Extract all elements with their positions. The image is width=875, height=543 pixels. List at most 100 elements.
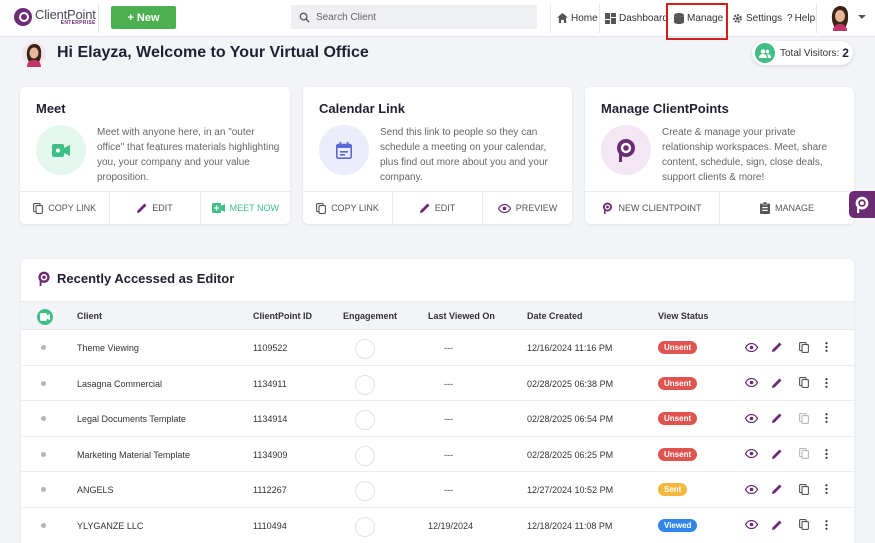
cell-client[interactable]: ANGELS bbox=[77, 485, 114, 495]
row-view-button[interactable] bbox=[744, 518, 758, 532]
status-badge: Viewed bbox=[658, 518, 698, 532]
calendar-copy-link-button[interactable]: COPY LINK bbox=[303, 192, 393, 224]
col-engagement[interactable]: Engagement bbox=[343, 311, 397, 321]
new-button[interactable]: + New bbox=[111, 6, 176, 29]
manage-clientpoints-button[interactable]: MANAGE bbox=[720, 192, 854, 224]
more-vertical-icon bbox=[824, 520, 828, 530]
row-view-button[interactable] bbox=[744, 340, 758, 354]
cell-client[interactable]: YLYGANZE LLC bbox=[77, 521, 143, 531]
row-more-button[interactable] bbox=[819, 376, 833, 390]
row-status-dot bbox=[41, 522, 46, 528]
cell-last-viewed: --- bbox=[444, 414, 453, 425]
col-last-viewed[interactable]: Last Viewed On bbox=[428, 311, 495, 321]
calendar-preview-button[interactable]: PREVIEW bbox=[483, 192, 572, 224]
row-copy-button[interactable] bbox=[797, 411, 811, 425]
search-icon bbox=[299, 12, 310, 23]
meet-copy-link-button[interactable]: COPY LINK bbox=[20, 192, 111, 224]
row-copy-button[interactable] bbox=[797, 447, 811, 461]
cell-client[interactable]: Lasagna Commercial bbox=[77, 379, 162, 389]
cell-clientpoint-id: 1112267 bbox=[253, 485, 287, 496]
row-more-button[interactable] bbox=[819, 482, 833, 496]
total-visitors-pill: Total Visitors: 2 bbox=[752, 41, 853, 65]
calendar-card-description: Send this link to people so they can sch… bbox=[380, 127, 548, 183]
calendar-edit-button[interactable]: EDIT bbox=[393, 192, 483, 224]
video-add-icon bbox=[211, 203, 225, 213]
recent-title: Recently Accessed as Editor bbox=[57, 271, 235, 286]
meet-card-actions: COPY LINK EDIT MEET NOW bbox=[20, 191, 290, 224]
row-view-button[interactable] bbox=[744, 376, 758, 390]
row-status-dot bbox=[41, 416, 46, 422]
table-row[interactable]: Legal Documents Template 1134914 --- 02/28/… bbox=[21, 401, 854, 437]
nav-help[interactable]: ? Help bbox=[787, 10, 815, 26]
welcome-avatar bbox=[22, 42, 46, 67]
row-edit-button[interactable] bbox=[770, 376, 784, 390]
user-avatar[interactable] bbox=[829, 5, 851, 31]
row-more-button[interactable] bbox=[819, 340, 833, 354]
nav-home[interactable]: Home bbox=[557, 10, 598, 26]
row-copy-button[interactable] bbox=[797, 482, 811, 496]
more-vertical-icon bbox=[824, 342, 828, 352]
video-camera-icon bbox=[52, 143, 70, 157]
table-row[interactable]: Lasagna Commercial 1134911 --- 02/28/2025 0… bbox=[21, 366, 854, 402]
row-edit-button[interactable] bbox=[770, 482, 784, 496]
search-input[interactable] bbox=[316, 11, 516, 23]
nav-dashboard[interactable]: Dashboard bbox=[605, 10, 668, 26]
col-view-status[interactable]: View Status bbox=[658, 311, 708, 321]
row-more-button[interactable] bbox=[819, 518, 833, 532]
recent-header: Recently Accessed as Editor bbox=[37, 271, 234, 286]
pencil-icon bbox=[772, 342, 782, 352]
cell-client[interactable]: Marketing Material Template bbox=[77, 450, 190, 460]
help-icon: ? bbox=[787, 12, 793, 24]
row-more-button[interactable] bbox=[819, 411, 833, 425]
row-more-button[interactable] bbox=[819, 447, 833, 461]
clientpoint-icon bbox=[617, 139, 635, 162]
table-row[interactable]: Marketing Material Template 1134909 --- 02/… bbox=[21, 437, 854, 473]
engagement-ring bbox=[355, 481, 375, 502]
row-view-button[interactable] bbox=[744, 447, 758, 461]
eye-icon bbox=[744, 378, 758, 388]
calendar-card: Calendar Link Send this link to people s… bbox=[303, 87, 572, 224]
search-box[interactable] bbox=[291, 5, 537, 29]
table-body: Theme Viewing 1109522 --- 12/16/2024 11:16 … bbox=[21, 330, 854, 543]
col-client[interactable]: Client bbox=[77, 311, 102, 321]
cell-client[interactable]: Legal Documents Template bbox=[77, 414, 186, 424]
col-clientpoint-id[interactable]: ClientPoint ID bbox=[253, 311, 312, 321]
new-clientpoint-label: NEW CLIENTPOINT bbox=[618, 203, 702, 213]
clientpoint-icon bbox=[603, 202, 613, 214]
cell-client[interactable]: Theme Viewing bbox=[77, 343, 139, 353]
divider bbox=[550, 4, 551, 33]
nav-settings[interactable]: Settings bbox=[732, 10, 782, 26]
calendar-preview-label: PREVIEW bbox=[515, 203, 558, 213]
manage-card: Manage ClientPoints Create & manage your… bbox=[585, 87, 854, 224]
home-icon bbox=[557, 13, 568, 23]
table-row[interactable]: Theme Viewing 1109522 --- 12/16/2024 11:16 … bbox=[21, 330, 854, 366]
clientpoint-side-tab[interactable] bbox=[849, 191, 875, 218]
chevron-down-icon[interactable] bbox=[858, 15, 866, 19]
row-edit-button[interactable] bbox=[770, 340, 784, 354]
welcome-heading: Hi Elayza, Welcome to Your Virtual Offic… bbox=[57, 44, 369, 61]
eye-icon bbox=[744, 413, 758, 423]
new-clientpoint-button[interactable]: NEW CLIENTPOINT bbox=[585, 192, 720, 224]
nav-help-label: Help bbox=[794, 12, 816, 24]
calendar-edit-label: EDIT bbox=[434, 203, 456, 213]
meet-edit-button[interactable]: EDIT bbox=[110, 192, 201, 224]
row-copy-button[interactable] bbox=[797, 518, 811, 532]
copy-icon bbox=[33, 202, 44, 214]
row-edit-button[interactable] bbox=[770, 447, 784, 461]
row-copy-button[interactable] bbox=[797, 340, 811, 354]
meet-card-title: Meet bbox=[36, 101, 66, 116]
meet-now-button[interactable]: MEET NOW bbox=[201, 192, 290, 224]
col-date-created[interactable]: Date Created bbox=[527, 311, 583, 321]
clientpoint-icon bbox=[855, 196, 869, 213]
manage-card-description: Create & manage your private relationshi… bbox=[662, 127, 828, 183]
copy-icon bbox=[799, 341, 809, 353]
row-edit-button[interactable] bbox=[770, 518, 784, 532]
table-row[interactable]: YLYGANZE LLC 1110494 12/19/2024 12/18/2024 … bbox=[21, 508, 854, 543]
row-edit-button[interactable] bbox=[770, 411, 784, 425]
row-view-button[interactable] bbox=[744, 482, 758, 496]
cell-clientpoint-id: 1134909 bbox=[253, 449, 288, 460]
row-copy-button[interactable] bbox=[797, 376, 811, 390]
table-row[interactable]: ANGELS 1112267 --- 12/27/2024 10:52 PM Sent bbox=[21, 472, 854, 508]
clientpoint-logo[interactable]: ClientPoint ENTERPRISE bbox=[14, 8, 96, 26]
row-view-button[interactable] bbox=[744, 411, 758, 425]
